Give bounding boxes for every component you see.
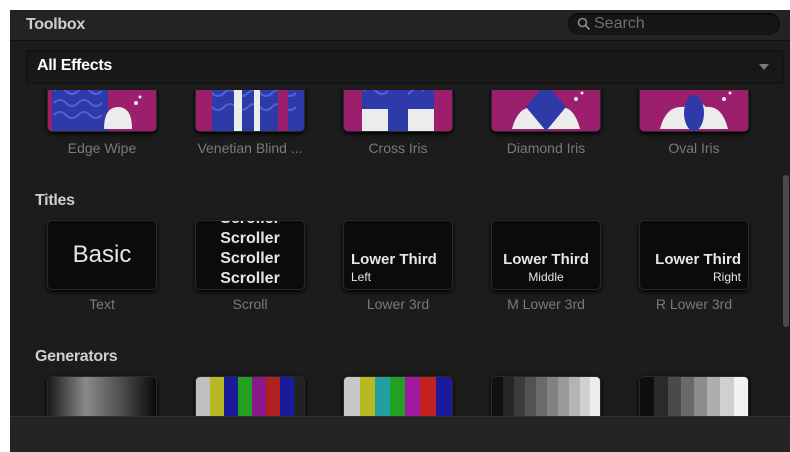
- transition-thumbnail: [491, 90, 601, 132]
- title-thumbnail: Basic: [47, 220, 157, 290]
- section-heading-generators: Generators: [35, 348, 118, 365]
- title-label: R Lower 3rd: [655, 296, 733, 312]
- effects-list[interactable]: Edge Wipe Venetian Blind ... Cross Iris …: [10, 90, 790, 417]
- transition-label: Cross Iris: [368, 140, 428, 156]
- title-label: Lower 3rd: [366, 296, 430, 312]
- transition-thumbnail: [639, 90, 749, 132]
- lower-third-preview-sub: Middle: [528, 270, 564, 284]
- title-preview-text: Basic: [72, 241, 132, 268]
- title-label: M Lower 3rd: [507, 296, 585, 312]
- search-input[interactable]: [594, 14, 764, 34]
- edge-wipe-preview-image: [52, 90, 142, 131]
- generator-thumbnail: [639, 376, 749, 417]
- color-bars-preview-image: [344, 377, 452, 417]
- title-thumbnail: Lower Third Left: [343, 220, 453, 290]
- toolbox-header: Toolbox: [10, 10, 790, 41]
- transition-thumbnail: [47, 90, 157, 132]
- scroll-preview-line: Scroller: [220, 270, 280, 287]
- scroll-preview-line: Scroller: [196, 221, 304, 229]
- lower-third-preview-sub: Left: [351, 270, 372, 284]
- transition-thumbnail: [195, 90, 305, 132]
- section-heading-titles: Titles: [35, 192, 75, 209]
- title-thumbnail: Scroller Scroller Scroller Scroller: [195, 220, 305, 290]
- toolbox-panel: Toolbox All Effects Edge Wipe: [10, 10, 790, 452]
- title-thumbnail: Lower Third Right: [639, 220, 749, 290]
- title-label: Scroll: [232, 296, 268, 312]
- lower-third-preview-main: Lower Third: [655, 251, 741, 268]
- lower-third-preview-main: Lower Third: [351, 251, 437, 268]
- transition-label: Edge Wipe: [67, 140, 137, 156]
- vertical-scrollbar-thumb[interactable]: [783, 175, 789, 327]
- lower-third-preview-sub: Right: [712, 270, 741, 284]
- generator-thumbnail: [195, 376, 305, 417]
- search-icon: [577, 17, 591, 31]
- scroll-preview-line: Scroller: [220, 230, 280, 247]
- title-thumbnail: Lower Third Middle: [491, 220, 601, 290]
- search-box[interactable]: [568, 13, 780, 35]
- transition-label: Diamond Iris: [506, 140, 586, 156]
- cross-iris-preview-image: [362, 90, 434, 131]
- oval-iris-preview-image: [660, 91, 732, 131]
- chevron-down-icon: [759, 64, 769, 70]
- generator-thumbnail: [47, 376, 157, 417]
- title-label: Text: [89, 296, 115, 312]
- transition-label: Oval Iris: [668, 140, 720, 156]
- panel-title: Toolbox: [26, 16, 85, 33]
- scroll-preview-line: Scroller: [220, 250, 280, 267]
- effects-filter-dropdown[interactable]: All Effects: [26, 50, 784, 84]
- lower-third-preview-main: Lower Third: [503, 251, 589, 268]
- diamond-iris-preview-image: [512, 90, 584, 131]
- toolbox-footer: [10, 416, 790, 452]
- transition-label: Venetian Blind ...: [197, 140, 303, 156]
- effects-filter-value: All Effects: [37, 57, 112, 74]
- grey-scale-preview-image: [492, 377, 600, 417]
- grey-scale-preview-image: [640, 377, 748, 417]
- color-bars-preview-image: [196, 377, 304, 417]
- generator-thumbnail: [343, 376, 453, 417]
- transition-thumbnail: [343, 90, 453, 132]
- venetian-blind-preview-image: [196, 90, 304, 131]
- generator-thumbnail: [491, 376, 601, 417]
